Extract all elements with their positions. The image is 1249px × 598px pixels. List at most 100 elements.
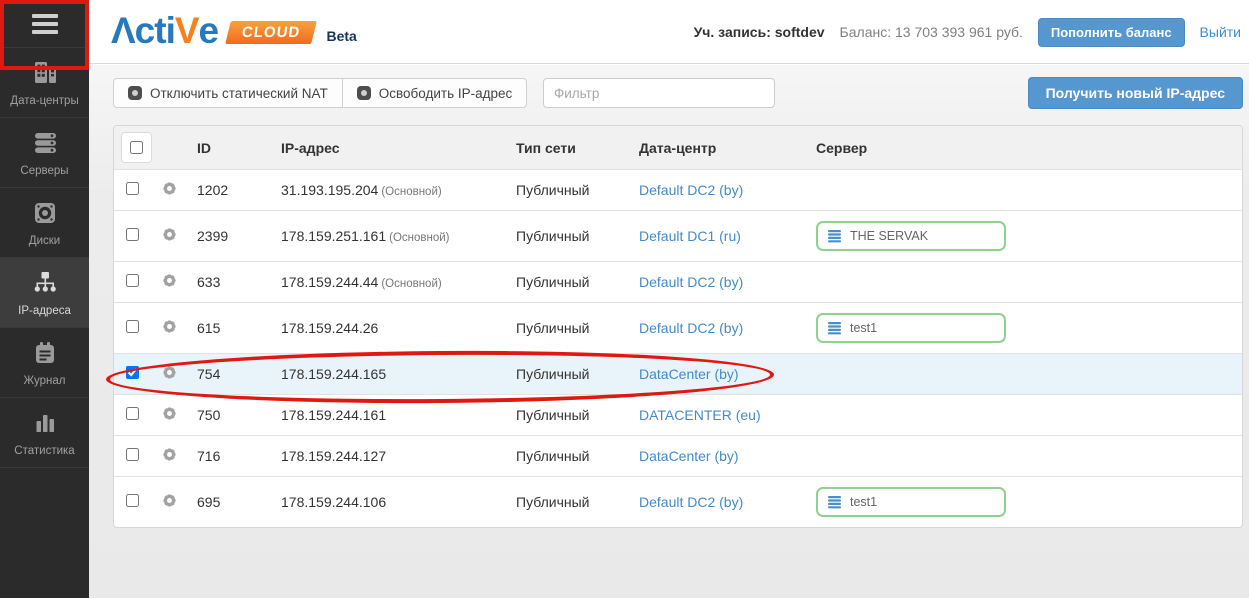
datacenter-icon [31,59,59,90]
top-header: ΛctiVe CLOUD Beta Уч. запись: softdev Ба… [89,0,1249,64]
select-all-checkbox-box [121,132,152,163]
server-icon [828,322,842,335]
ip-table-body: 1202 31.193.195.204(Основной) Публичный … [114,170,1242,528]
sidebar-item-label: IP-адреса [18,305,71,317]
gear-icon[interactable] [161,272,178,289]
datacenter-link[interactable]: DataCenter (by) [639,366,739,382]
server-badge[interactable]: test1 [816,487,1006,517]
sidebar-item-label: Серверы [20,165,68,177]
release-ip-button[interactable]: Освободить IP-адрес [342,78,528,108]
row-network-type: Публичный [516,395,639,436]
gear-icon[interactable] [161,226,178,243]
column-header-id: ID [197,126,281,170]
row-ip: 178.159.244.106 [281,477,516,528]
table-row: 754 178.159.244.165 Публичный DataCenter… [114,354,1242,395]
row-id: 1202 [197,170,281,211]
main-content: Отключить статический NAT Освободить IP-… [89,65,1249,598]
cloud-badge: CLOUD [225,21,317,44]
row-network-type: Публичный [516,303,639,354]
datacenter-link[interactable]: DATACENTER (eu) [639,407,761,423]
activecloud-logo[interactable]: ΛctiVe CLOUD Beta [111,11,357,51]
row-checkbox[interactable] [126,320,139,333]
column-header-network-type: Тип сети [516,126,639,170]
server-name: THE SERVAK [850,229,928,243]
sidebar-item-datacenters[interactable]: Дата-центры [0,48,89,118]
bar-chart-icon [31,409,59,440]
ip-table: ID IP-адрес Тип сети Дата-центр Сервер 1… [113,125,1243,528]
get-new-ip-button[interactable]: Получить новый IP-адрес [1028,77,1243,109]
row-checkbox[interactable] [126,182,139,195]
topup-balance-button[interactable]: Пополнить баланс [1038,18,1185,47]
filter-input[interactable] [543,78,775,108]
sidebar-item-ip-addresses[interactable]: IP-адреса [0,258,89,328]
gear-icon[interactable] [161,364,178,381]
row-network-type: Публичный [516,477,639,528]
logo-text-active: Λcti [111,11,175,51]
datacenter-link[interactable]: DataCenter (by) [639,448,739,464]
sidebar-item-label: Дата-центры [10,95,78,107]
table-row: 716 178.159.244.127 Публичный DataCenter… [114,436,1242,477]
sidebar-item-statistics[interactable]: Статистика [0,398,89,468]
row-ip: 178.159.244.161 [281,395,516,436]
table-row: 695 178.159.244.106 Публичный Default DC… [114,477,1242,528]
balance-text: Баланс: 13 703 393 961 руб. [840,24,1023,40]
sidebar-item-label: Статистика [14,445,74,457]
journal-icon [31,339,59,370]
sidebar: Дата-центры Серверы Диски IP-адреса Журн… [0,0,89,598]
datacenter-link[interactable]: Default DC2 (by) [639,494,743,510]
table-header-row: ID IP-адрес Тип сети Дата-центр Сервер [114,126,1242,170]
logout-link[interactable]: Выйти [1200,24,1241,40]
table-row: 633 178.159.244.44(Основной) Публичный D… [114,262,1242,303]
row-checkbox[interactable] [126,228,139,241]
table-row: 2399 178.159.251.161(Основной) Публичный… [114,211,1242,262]
datacenter-link[interactable]: Default DC2 (by) [639,182,743,198]
row-id: 633 [197,262,281,303]
row-id: 2399 [197,211,281,262]
row-checkbox[interactable] [126,407,139,420]
row-checkbox[interactable] [126,448,139,461]
row-id: 615 [197,303,281,354]
server-name: test1 [850,495,877,509]
row-id: 716 [197,436,281,477]
datacenter-link[interactable]: Default DC2 (by) [639,274,743,290]
row-id: 750 [197,395,281,436]
gear-icon[interactable] [161,318,178,335]
row-checkbox[interactable] [126,494,139,507]
sidebar-item-servers[interactable]: Серверы [0,118,89,188]
datacenter-link[interactable]: Default DC2 (by) [639,320,743,336]
ip-actions-group: Отключить статический NAT Освободить IP-… [113,78,527,108]
sidebar-item-label: Диски [29,235,60,247]
row-ip: 31.193.195.204(Основной) [281,170,516,211]
gear-icon[interactable] [161,180,178,197]
column-header-datacenter: Дата-центр [639,126,816,170]
row-network-type: Публичный [516,211,639,262]
table-row: 750 178.159.244.161 Публичный DATACENTER… [114,395,1242,436]
row-id: 754 [197,354,281,395]
table-row: 1202 31.193.195.204(Основной) Публичный … [114,170,1242,211]
row-network-type: Публичный [516,170,639,211]
row-checkbox[interactable] [126,274,139,287]
release-icon [128,86,142,100]
account-name: Уч. запись: softdev [694,24,825,40]
servers-icon [31,129,59,160]
sidebar-item-label: Журнал [24,375,66,387]
network-tree-icon [31,269,59,300]
column-header-ip: IP-адрес [281,126,516,170]
sidebar-item-journal[interactable]: Журнал [0,328,89,398]
row-checkbox[interactable] [126,366,139,379]
select-all-checkbox[interactable] [130,141,143,154]
gear-icon[interactable] [161,446,178,463]
gear-icon[interactable] [161,405,178,422]
server-badge[interactable]: test1 [816,313,1006,343]
row-ip: 178.159.251.161(Основной) [281,211,516,262]
menu-toggle-button[interactable] [0,0,89,48]
disable-static-nat-button[interactable]: Отключить статический NAT [113,78,343,108]
hamburger-icon [32,14,58,18]
gear-icon[interactable] [161,492,178,509]
row-id: 695 [197,477,281,528]
datacenter-link[interactable]: Default DC1 (ru) [639,228,741,244]
table-row: 615 178.159.244.26 Публичный Default DC2… [114,303,1242,354]
server-badge[interactable]: THE SERVAK [816,221,1006,251]
row-network-type: Публичный [516,354,639,395]
sidebar-item-disks[interactable]: Диски [0,188,89,258]
